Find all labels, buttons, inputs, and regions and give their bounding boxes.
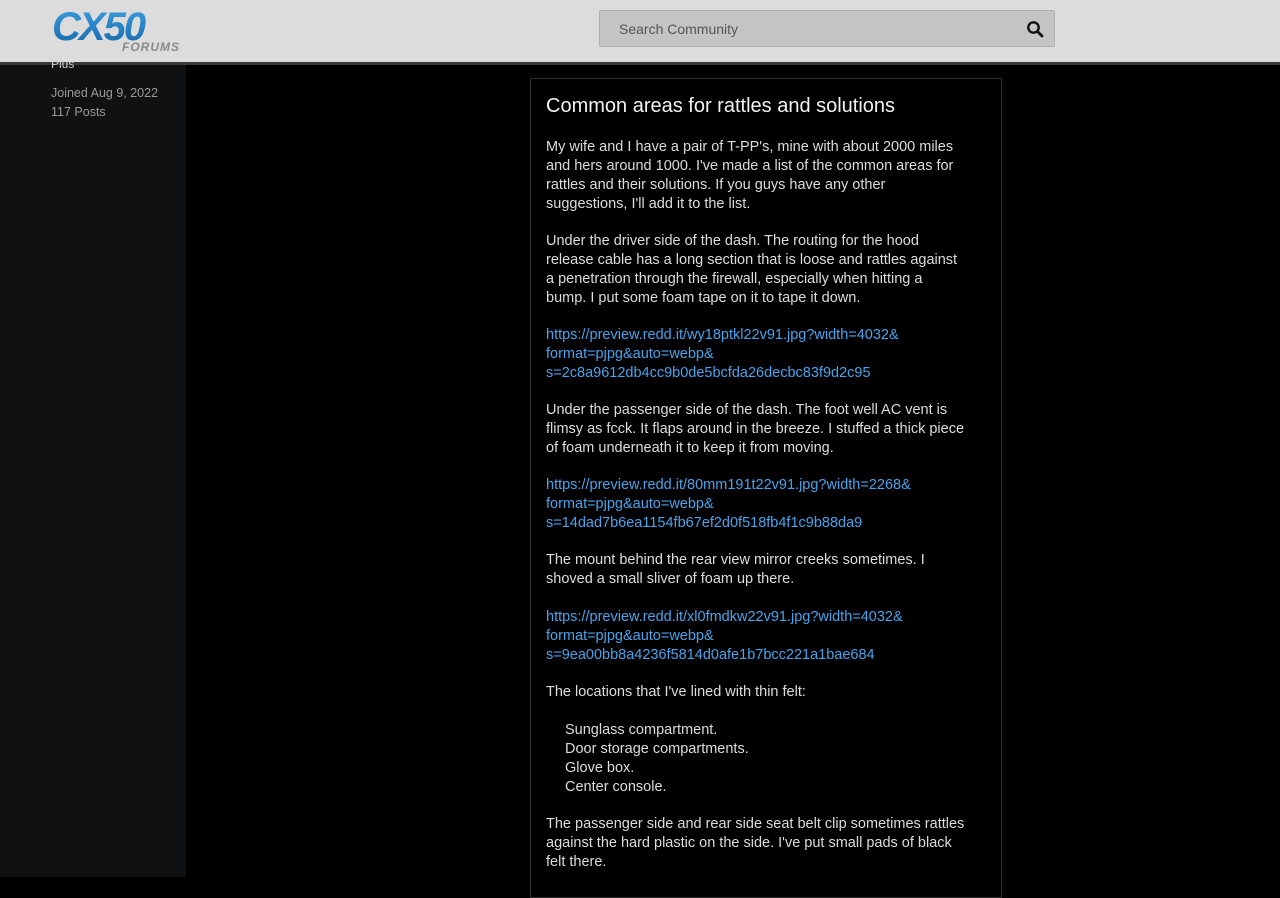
post-content: Common areas for rattles and solutions M… xyxy=(530,78,1002,898)
search-box xyxy=(599,10,1055,47)
post-paragraph: Under the passenger side of the dash. Th… xyxy=(546,401,986,458)
member-joined: Joined Aug 9, 2022 xyxy=(51,86,159,100)
paragraph-line: My wife and I have a pair of T-PP's, min… xyxy=(546,139,954,155)
post-paragraph: The locations that I've lined with thin … xyxy=(546,684,806,700)
paragraph-line: Under the passenger side of the dash. Th… xyxy=(546,402,948,418)
member-rank: Plus xyxy=(51,57,75,71)
post-paragraph: The passenger side and rear side seat be… xyxy=(546,815,986,872)
paragraph-line: rattles and their solutions. If you guys… xyxy=(546,177,886,193)
member-post-count: 117 Posts xyxy=(51,105,106,119)
list-item: Glove box. xyxy=(565,760,635,776)
post-paragraph: Under the driver side of the dash. The r… xyxy=(546,232,986,308)
logo-sub-text: FORUMS xyxy=(122,40,180,54)
paragraph-line: and hers around 1000. I've made a list o… xyxy=(546,158,954,174)
post-paragraph: The mount behind the rear view mirror cr… xyxy=(546,551,986,589)
image-link[interactable]: https://preview.redd.it/xl0fmdkw22v91.jp… xyxy=(546,608,903,665)
cx50-logo-icon: CX50 FORUMS xyxy=(52,5,180,54)
list-item: Center console. xyxy=(565,779,667,795)
paragraph-line: Under the driver side of the dash. The r… xyxy=(546,233,919,249)
paragraph-line: shoved a small sliver of foam up there. xyxy=(546,571,795,587)
paragraph-line: suggestions, I'll add it to the list. xyxy=(546,196,751,212)
paragraph-line: The passenger side and rear side seat be… xyxy=(546,816,965,832)
search-button[interactable] xyxy=(1024,18,1046,40)
image-link[interactable]: https://preview.redd.it/wy18ptkl22v91.jp… xyxy=(546,326,899,383)
site-header: CX50 FORUMS xyxy=(0,0,1280,65)
author-sidebar: Plus Joined Aug 9, 2022 117 Posts xyxy=(0,57,186,877)
site-logo[interactable]: CX50 FORUMS xyxy=(50,5,202,54)
paragraph-line: flimsy as fcck. It flaps around in the b… xyxy=(546,421,965,437)
post-paragraph: My wife and I have a pair of T-PP's, min… xyxy=(546,138,986,214)
paragraph-line: of foam underneath it to keep it from mo… xyxy=(546,440,834,456)
paragraph-line: release cable has a long section that is… xyxy=(546,252,958,268)
search-icon xyxy=(1027,21,1044,38)
image-link[interactable]: https://preview.redd.it/80mm191t22v91.jp… xyxy=(546,476,911,533)
paragraph-line: felt there. xyxy=(546,854,607,870)
paragraph-line: bump. I put some foam tape on it to tape… xyxy=(546,290,861,306)
list-item: Sunglass compartment. xyxy=(565,722,718,738)
list-item: Door storage compartments. xyxy=(565,741,749,757)
paragraph-line: The mount behind the rear view mirror cr… xyxy=(546,552,925,568)
search-input[interactable] xyxy=(600,11,1019,46)
paragraph-line: against the hard plastic on the side. I'… xyxy=(546,835,952,851)
post-title: Common areas for rattles and solutions xyxy=(546,95,896,117)
paragraph-line: a penetration through the firewall, espe… xyxy=(546,271,923,287)
